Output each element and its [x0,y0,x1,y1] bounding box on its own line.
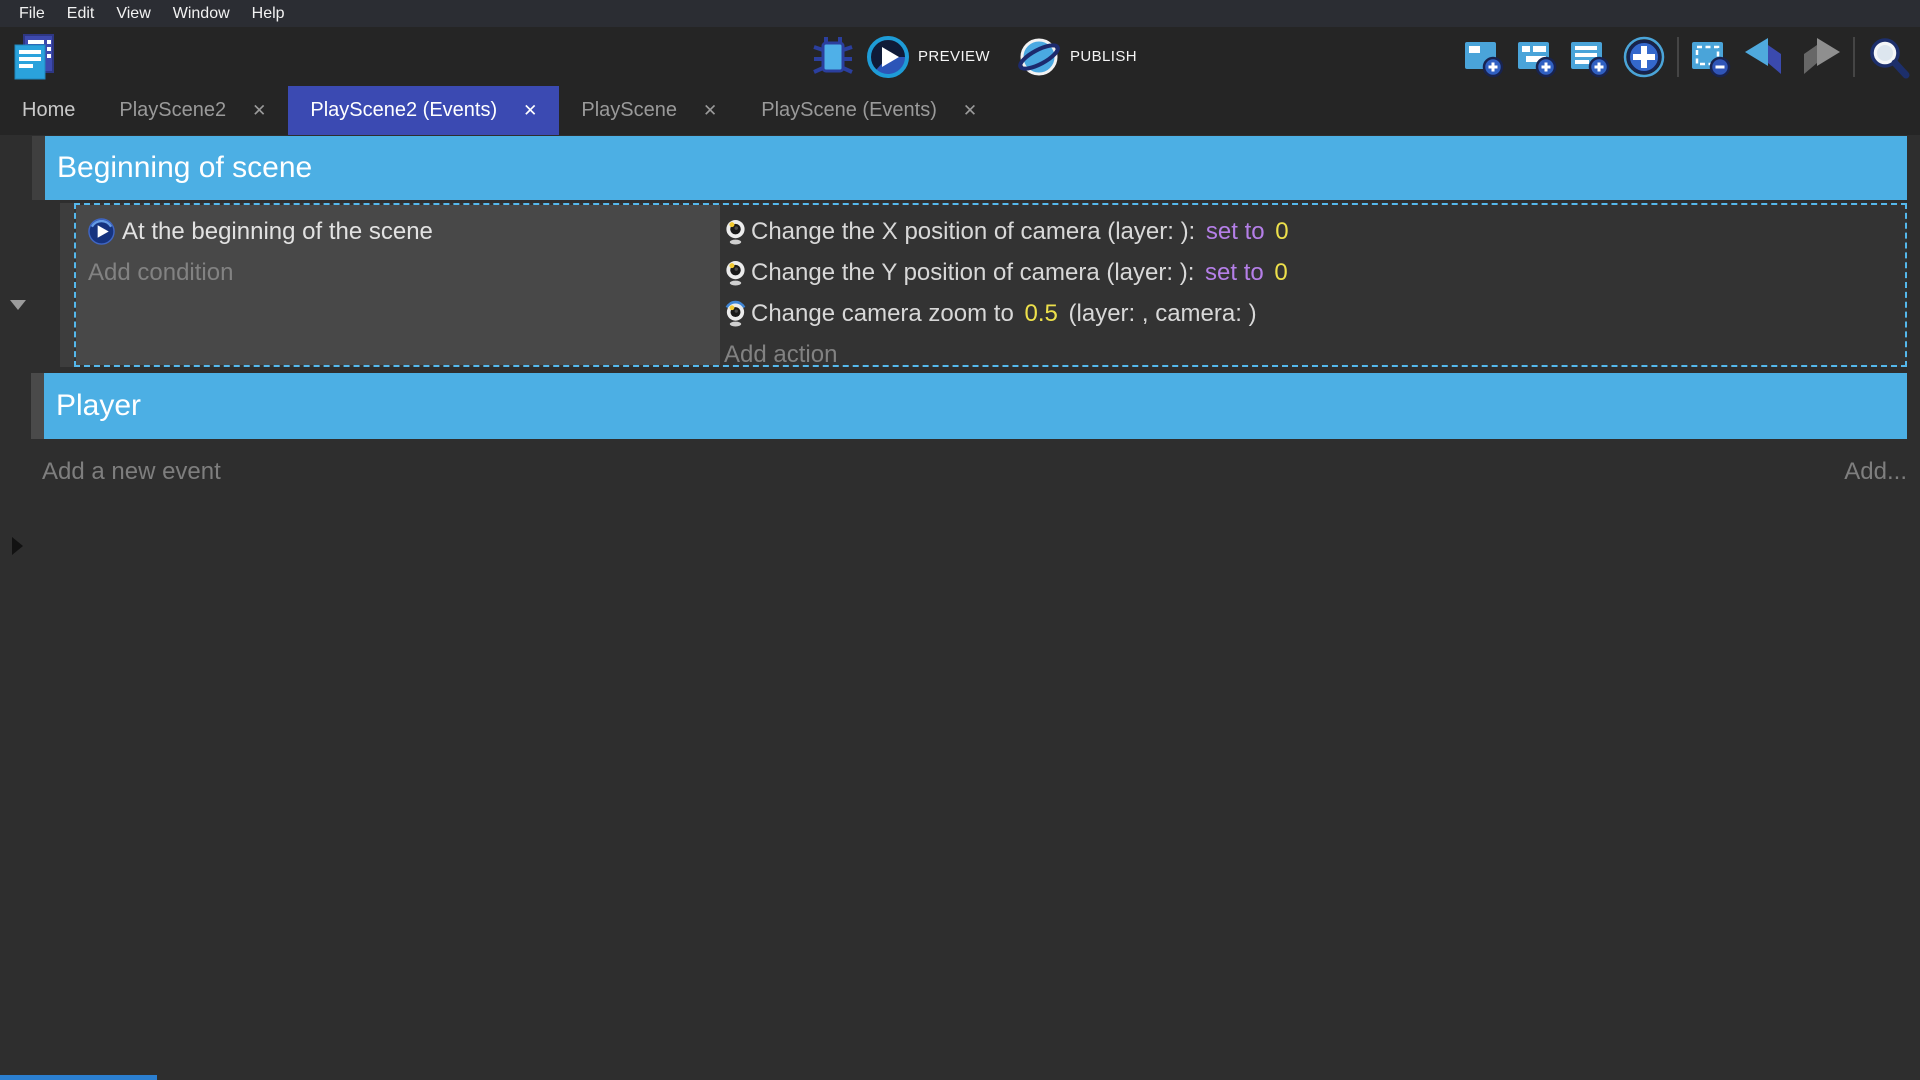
tab-playscene2-events[interactable]: PlayScene2 (Events) ✕ [288,86,559,135]
delete-selection-icon [1690,36,1732,78]
toolbar-separator [1853,37,1855,77]
add-circle-icon [1622,35,1666,79]
debug-icon [812,34,854,80]
preview-label: PREVIEW [918,48,990,65]
choose-add-event-button[interactable] [1622,35,1666,79]
delete-selection-button[interactable] [1690,36,1732,78]
expand-group-arrow-icon[interactable] [12,537,23,555]
action-text: Change the X position of camera (layer: … [751,218,1202,246]
toolbar-separator [1677,37,1679,77]
add-new-event-button[interactable]: Add a new event [42,458,221,486]
undo-button[interactable] [1743,37,1787,77]
event-drag-handle[interactable] [60,203,74,367]
event-group-header-player[interactable]: Player [44,373,1907,439]
group-title: Beginning of scene [57,151,312,185]
action-value: 0 [1268,259,1288,287]
action-row[interactable]: Change the X position of camera (layer: … [724,211,1905,252]
events-sheet: Beginning of scene At the beginning of t… [0,135,1920,1080]
close-icon[interactable]: ✕ [252,102,266,119]
action-text: Change the Y position of camera (layer: … [751,259,1201,287]
group-title: Player [56,389,141,423]
condition-text: At the beginning of the scene [122,218,433,246]
main-toolbar: PREVIEW PUBLISH [0,27,1920,86]
menu-bar: File Edit View Window Help [0,0,1920,27]
menu-file[interactable]: File [8,0,56,27]
tab-label: PlayScene2 [119,99,226,122]
redo-icon [1798,37,1842,77]
preview-play-icon [866,35,910,79]
conditions-panel: At the beginning of the scene Add condit… [76,205,720,365]
action-value: 0 [1269,218,1289,246]
actions-panel: Change the X position of camera (layer: … [720,205,1905,365]
redo-button[interactable] [1798,37,1842,77]
project-manager-icon [11,33,57,81]
bottom-left-blue-strip [0,1075,157,1080]
search-icon [1866,35,1910,79]
add-subevent-icon [1516,36,1558,78]
tab-label: PlayScene2 (Events) [310,99,497,122]
tab-label: PlayScene (Events) [761,99,937,122]
add-comment-button[interactable] [1569,36,1611,78]
add-ellipsis-button[interactable]: Add... [1844,458,1907,486]
add-comment-icon [1569,36,1611,78]
tab-label: Home [22,99,75,122]
action-row[interactable]: Change camera zoom to 0.5 (layer: , came… [724,293,1905,334]
menu-edit[interactable]: Edit [56,0,106,27]
undo-icon [1743,37,1787,77]
preview-button[interactable]: PREVIEW [866,35,990,79]
collapse-group-arrow-icon[interactable] [10,300,26,310]
add-event-icon [1463,36,1505,78]
publish-label: PUBLISH [1070,48,1137,65]
camera-icon [724,218,747,245]
close-icon[interactable]: ✕ [703,102,717,119]
play-sphere-icon [88,218,115,245]
scene-tab-bar: Home PlayScene2 ✕ PlayScene2 (Events) ✕ … [0,86,1920,135]
tab-label: PlayScene [581,99,677,122]
publish-sphere-icon [1016,34,1062,80]
tab-playscene-events[interactable]: PlayScene (Events) ✕ [739,86,999,135]
tab-home[interactable]: Home [0,86,97,135]
camera-icon [724,259,747,286]
tab-playscene[interactable]: PlayScene ✕ [559,86,739,135]
action-text: (layer: , camera: ) [1062,300,1257,328]
action-operator: set to [1205,259,1264,287]
condition-row[interactable]: At the beginning of the scene [88,211,720,252]
menu-window[interactable]: Window [162,0,241,27]
project-manager-button[interactable] [8,30,60,83]
action-row[interactable]: Change the Y position of camera (layer: … [724,252,1905,293]
menu-view[interactable]: View [105,0,161,27]
event-group-header-beginning-of-scene[interactable]: Beginning of scene [45,136,1907,200]
group-drag-handle[interactable] [32,136,45,200]
add-action-button[interactable]: Add action [724,334,1905,375]
add-condition-button[interactable]: Add condition [88,252,720,293]
action-value: 0.5 [1024,300,1057,328]
publish-button[interactable]: PUBLISH [1016,34,1137,80]
debug-button[interactable] [812,34,854,80]
standard-event-selected[interactable]: At the beginning of the scene Add condit… [74,203,1907,367]
add-event-button[interactable] [1463,36,1505,78]
tab-playscene2[interactable]: PlayScene2 ✕ [97,86,288,135]
close-icon[interactable]: ✕ [963,102,977,119]
camera-zoom-icon [724,300,747,327]
add-subevent-button[interactable] [1516,36,1558,78]
menu-help[interactable]: Help [241,0,296,27]
group-drag-handle[interactable] [31,373,44,439]
close-icon[interactable]: ✕ [523,102,537,119]
search-events-button[interactable] [1866,35,1910,79]
action-operator: set to [1206,218,1265,246]
action-text: Change camera zoom to [751,300,1020,328]
